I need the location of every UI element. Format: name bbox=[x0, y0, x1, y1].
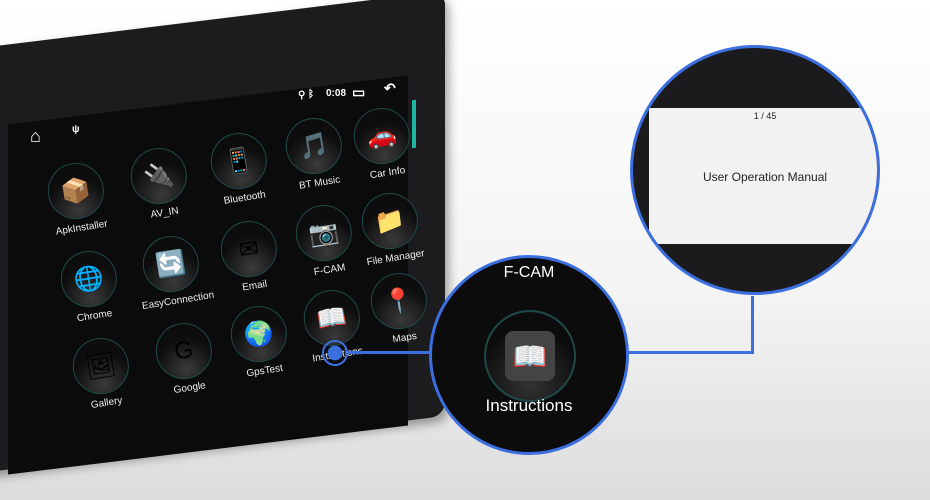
app-car-info[interactable]: 🚗 Car Info bbox=[343, 103, 423, 184]
bluetooth-icon: ᛒ bbox=[308, 89, 314, 100]
app-icon: G bbox=[151, 319, 216, 384]
app-av-in[interactable]: 🔌 AV_IN bbox=[120, 143, 200, 224]
app-icon: 📁 bbox=[357, 189, 422, 254]
app-icon: 📷 bbox=[291, 201, 356, 266]
app-maps[interactable]: 📍 Maps bbox=[360, 268, 440, 349]
app-google[interactable]: G Google bbox=[145, 318, 225, 399]
app-bt-music[interactable]: 🎵 BT Music bbox=[275, 113, 355, 194]
app-file-manager[interactable]: 📁 File Manager bbox=[351, 188, 431, 269]
highlight-marker bbox=[322, 340, 348, 366]
app-icon: ✉ bbox=[216, 217, 281, 282]
instructions-label: Instructions bbox=[485, 396, 573, 415]
book-icon: 📖 bbox=[505, 331, 555, 381]
app-icon: 🔄 bbox=[138, 232, 203, 297]
app-icon: 📱 bbox=[206, 129, 271, 194]
app-icon: 🔌 bbox=[126, 144, 191, 209]
manual-title: User Operation Manual bbox=[702, 170, 828, 184]
recent-apps-icon[interactable]: ▭ bbox=[352, 84, 365, 101]
connector-line bbox=[627, 351, 754, 354]
app-gallery[interactable]: 🖼 Gallery bbox=[62, 333, 142, 414]
zoom-circle: F-CAM 📖 Instructions bbox=[429, 255, 629, 455]
back-icon[interactable]: ↶ bbox=[384, 80, 396, 97]
home-icon[interactable]: ⌂ bbox=[30, 126, 41, 147]
app-icon: 🖼 bbox=[68, 334, 133, 399]
manual-page[interactable]: 1 / 45 User Operation Manual bbox=[649, 108, 877, 244]
app-chrome[interactable]: 🌐 Chrome bbox=[50, 246, 130, 327]
app-icon: 🚗 bbox=[349, 104, 414, 169]
app-easyconnection[interactable]: 🔄 EasyConnection bbox=[132, 231, 215, 312]
page-indicator: 1 / 45 bbox=[753, 111, 777, 121]
fcam-label: F-CAM bbox=[503, 264, 555, 281]
app-gpstest[interactable]: 🌍 GpsTest bbox=[220, 301, 300, 382]
app-icon: 🎵 bbox=[281, 114, 346, 179]
location-icon: ⚲ bbox=[298, 90, 306, 101]
app-icon: 🌍 bbox=[226, 302, 291, 367]
app-icon: 📍 bbox=[366, 269, 431, 334]
app-icon: 🌐 bbox=[56, 247, 121, 312]
instructions-app-icon[interactable]: 📖 bbox=[484, 310, 576, 402]
app-apkinstaller[interactable]: 📦 ApkInstaller bbox=[37, 158, 117, 239]
connector-line bbox=[751, 296, 754, 354]
connector-line bbox=[345, 351, 431, 354]
usb-icon: ψ bbox=[72, 124, 80, 135]
app-email[interactable]: ✉ Email bbox=[210, 216, 290, 297]
app-icon: 📦 bbox=[43, 159, 108, 224]
clock: 0:08 bbox=[326, 88, 347, 99]
app-bluetooth[interactable]: 📱 Bluetooth bbox=[200, 128, 280, 209]
manual-preview-circle: 1 / 45 User Operation Manual bbox=[630, 45, 880, 295]
